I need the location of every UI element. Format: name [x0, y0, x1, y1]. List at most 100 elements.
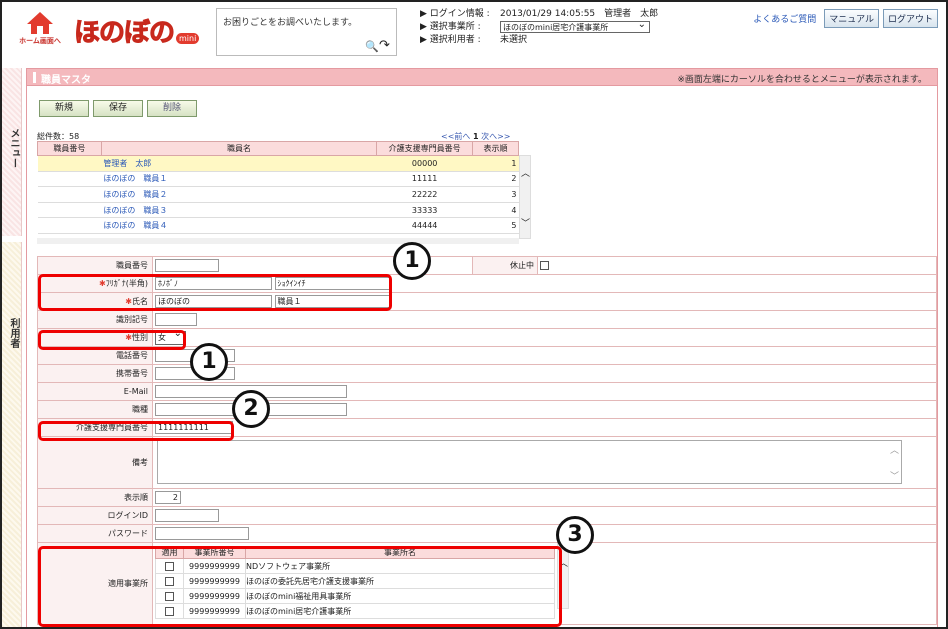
office-label: 選択事業所	[429, 22, 475, 32]
cell-name[interactable]: ほのぼの 職員２	[101, 186, 377, 203]
cell-id	[37, 155, 102, 172]
office-select[interactable]: ほのぼのmini居宅介護事業所	[500, 18, 650, 33]
cell-care-no: 11111	[376, 171, 473, 188]
col-staff-no: 職員番号	[37, 141, 102, 156]
page-title: 職員マスタ	[41, 75, 91, 86]
cell-order: 2	[472, 171, 519, 188]
app-window: ホーム画面へ ほのぼの mini お困りごとをお調べいたします。 🔍 ↷ ▶ ロ…	[0, 0, 948, 629]
cell-id	[37, 217, 102, 234]
callout-box-gender	[38, 330, 186, 350]
callout-3: 3	[556, 516, 594, 554]
cell-name[interactable]: ほのぼの 職員４	[101, 217, 377, 234]
user-tab-label: 利用者	[8, 318, 19, 348]
logout-button[interactable]: ログアウト	[882, 9, 938, 28]
cell-name[interactable]: ほのぼの 職員１	[101, 171, 377, 188]
scroll-up-icon[interactable]: ︿	[521, 166, 530, 179]
cell-order: 3	[472, 186, 519, 203]
list-h-scrollbar[interactable]	[37, 238, 519, 244]
new-button[interactable]: 新規	[39, 100, 89, 117]
callout-box-office	[38, 546, 562, 627]
cell-care-no: 22222	[376, 186, 473, 203]
cell-order: 1	[472, 155, 519, 172]
pager-next[interactable]: 次へ>>	[481, 132, 510, 141]
order-label: 表示順	[37, 488, 153, 507]
header: ホーム画面へ ほのぼの mini お困りごとをお調べいたします。 🔍 ↷ ▶ ロ…	[2, 2, 946, 60]
office-select-value: ほのぼのmini居宅介護事業所	[503, 22, 609, 32]
suspend-checkbox[interactable]	[540, 261, 549, 270]
cell-order: 5	[472, 217, 519, 234]
email-label: E-Mail	[37, 382, 153, 401]
table-row[interactable]: ほのぼの 職員１ 11111 2	[37, 171, 519, 188]
faq-link[interactable]: よくあるご質問	[753, 12, 816, 25]
user-value: 未選択	[500, 35, 528, 45]
cell-id	[37, 186, 102, 203]
list-scrollbar[interactable]: ︿ ﹀	[519, 155, 531, 239]
callout-box-care-no	[38, 421, 234, 441]
logo-mini: mini	[176, 32, 200, 44]
menu-hint: ※画面左端にカーソルを合わせるとメニューが表示されます。	[677, 75, 927, 85]
home-label: ホーム画面へ	[19, 37, 61, 45]
cell-name[interactable]: ほのぼの 職員３	[101, 202, 377, 219]
ident-input[interactable]	[155, 313, 197, 326]
password-label: パスワード	[37, 524, 153, 543]
logo-text: ほのぼの	[73, 17, 175, 48]
cell-id	[37, 171, 102, 188]
save-button[interactable]: 保存	[93, 100, 143, 117]
cell-care-no: 44444	[376, 217, 473, 234]
house-icon	[27, 12, 53, 34]
ident-label: 識別記号	[37, 310, 153, 329]
table-row[interactable]: ほのぼの 職員２ 22222 3	[37, 186, 519, 203]
manual-button[interactable]: マニュアル	[824, 9, 879, 28]
remarks-label: 備考	[37, 436, 153, 489]
table-row[interactable]: ほのぼの 職員４ 44444 5	[37, 217, 519, 234]
cell-name[interactable]: 管理者 太郎	[101, 155, 377, 172]
pager-prev[interactable]: <<前へ	[441, 132, 470, 141]
search-icon[interactable]: 🔍	[365, 40, 379, 53]
cell-care-no: 33333	[376, 202, 473, 219]
login-id-input[interactable]	[155, 509, 219, 522]
title-accent	[33, 72, 36, 83]
staff-list-table: 職員番号 職員名 介護支援専門員番号 表示順 管理者 太郎 00000 1 ほの…	[37, 141, 519, 234]
user-label: 選択利用者	[429, 35, 475, 45]
callout-box-name	[38, 274, 392, 311]
col-staff-name: 職員名	[100, 141, 378, 156]
go-arrow-icon[interactable]: ↷	[379, 38, 390, 53]
login-info-value: 2013/01/29 14:05:55 管理者 太郎	[500, 9, 659, 19]
remarks-textarea[interactable]: ︿ ﹀	[157, 439, 902, 484]
help-search-box[interactable]: お困りごとをお調べいたします。 🔍 ↷	[216, 8, 397, 56]
cell-care-no: 00000	[376, 155, 473, 172]
cell-order: 4	[472, 202, 519, 219]
login-id-label: ログインID	[37, 506, 153, 525]
login-info-label: ログイン情報	[429, 9, 484, 19]
cell-id	[37, 202, 102, 219]
pager-current: 1	[472, 132, 479, 141]
app-logo: ほのぼの mini	[73, 12, 200, 48]
menu-tab-label: メニュー	[8, 128, 19, 168]
job-label: 職種	[37, 400, 153, 419]
action-buttons: 新規 保存 削除	[39, 100, 197, 117]
delete-button[interactable]: 削除	[147, 100, 197, 117]
ta-up-icon[interactable]: ︿	[890, 443, 899, 456]
search-placeholder: お困りごとをお調べいたします。	[223, 18, 358, 28]
menu-side-tab[interactable]: メニュー	[2, 68, 22, 236]
staff-no-input[interactable]	[155, 259, 219, 272]
callout-2: 2	[232, 390, 270, 428]
home-button[interactable]: ホーム画面へ	[16, 10, 64, 50]
table-row[interactable]: ほのぼの 職員３ 33333 4	[37, 202, 519, 219]
scroll-down-icon[interactable]: ﹀	[521, 216, 530, 229]
callout-1b: 1	[190, 343, 228, 381]
password-input[interactable]	[155, 527, 249, 540]
session-info: ▶ ログイン情報 :2013/01/29 14:05:55 管理者 太郎 ▶ 選…	[420, 8, 658, 47]
ta-down-icon[interactable]: ﹀	[890, 469, 899, 482]
table-row[interactable]: 管理者 太郎 00000 1	[37, 155, 519, 172]
page-title-bar: 職員マスタ ※画面左端にカーソルを合わせるとメニューが表示されます。	[26, 68, 938, 86]
header-tools: よくあるご質問 マニュアル ログアウト	[753, 9, 938, 28]
mobile-label: 携帯番号	[37, 364, 153, 383]
order-input[interactable]: 2	[155, 491, 181, 504]
staff-no-label: 職員番号	[37, 256, 153, 275]
callout-1a: 1	[393, 242, 431, 280]
user-side-tab[interactable]: 利用者	[2, 242, 22, 627]
suspend-label: 休止中	[472, 256, 538, 275]
col-order: 表示順	[472, 141, 519, 156]
col-care-no: 介護支援専門員番号	[376, 141, 474, 156]
